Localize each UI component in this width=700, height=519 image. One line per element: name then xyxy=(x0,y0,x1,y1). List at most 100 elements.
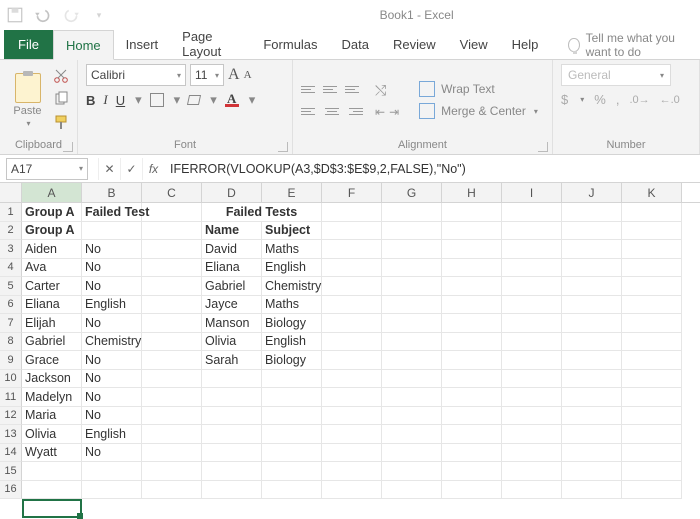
cell[interactable]: No xyxy=(82,314,142,333)
cell[interactable] xyxy=(442,462,502,481)
cell[interactable]: Maths xyxy=(262,296,322,315)
cell[interactable] xyxy=(502,240,562,259)
cell[interactable] xyxy=(562,444,622,463)
cell[interactable] xyxy=(562,203,622,222)
cell[interactable] xyxy=(382,296,442,315)
increase-font-icon[interactable]: A xyxy=(228,66,240,84)
cell[interactable] xyxy=(622,444,682,463)
font-color-icon[interactable]: A xyxy=(225,94,239,107)
cell[interactable] xyxy=(262,425,322,444)
row-header[interactable]: 4 xyxy=(0,259,22,278)
cell[interactable] xyxy=(382,370,442,389)
cell[interactable] xyxy=(322,481,382,500)
cell[interactable] xyxy=(622,462,682,481)
cell[interactable] xyxy=(562,481,622,500)
cell[interactable]: No xyxy=(82,407,142,426)
cell[interactable] xyxy=(382,277,442,296)
cell[interactable] xyxy=(82,462,142,481)
row-header[interactable]: 13 xyxy=(0,425,22,444)
wrap-text-button[interactable]: Wrap Text xyxy=(419,81,538,97)
cancel-formula-icon[interactable]: ✕ xyxy=(98,158,120,180)
cell[interactable] xyxy=(142,314,202,333)
cell[interactable] xyxy=(382,444,442,463)
font-name-combo[interactable]: Calibri▾ xyxy=(86,64,186,86)
cell[interactable] xyxy=(382,462,442,481)
cell[interactable]: Name xyxy=(202,222,262,241)
cell[interactable] xyxy=(502,370,562,389)
align-middle-icon[interactable] xyxy=(323,80,341,98)
cell[interactable] xyxy=(502,277,562,296)
row-header[interactable]: 11 xyxy=(0,388,22,407)
cell[interactable] xyxy=(322,407,382,426)
cell[interactable] xyxy=(382,314,442,333)
cell[interactable] xyxy=(322,462,382,481)
cell[interactable] xyxy=(322,277,382,296)
cell[interactable] xyxy=(382,388,442,407)
tell-me-search[interactable]: Tell me what you want to do xyxy=(568,31,700,59)
paste-button[interactable]: Paste ▾ xyxy=(8,73,47,128)
font-size-combo[interactable]: 11▾ xyxy=(190,64,224,86)
cell[interactable] xyxy=(382,259,442,278)
cell[interactable]: Madelyn xyxy=(22,388,82,407)
cell[interactable]: Sarah xyxy=(202,351,262,370)
cut-icon[interactable] xyxy=(53,68,69,87)
cell[interactable] xyxy=(442,370,502,389)
cell[interactable] xyxy=(82,481,142,500)
cell[interactable] xyxy=(562,333,622,352)
cell[interactable] xyxy=(442,240,502,259)
cell[interactable] xyxy=(562,222,622,241)
comma-button[interactable]: , xyxy=(616,92,620,107)
col-header-I[interactable]: I xyxy=(502,183,562,202)
col-header-H[interactable]: H xyxy=(442,183,502,202)
currency-button[interactable]: $ xyxy=(561,92,568,107)
percent-button[interactable]: % xyxy=(594,92,606,107)
chevron-down-icon[interactable]: ▾ xyxy=(580,95,584,104)
cell[interactable]: Eliana xyxy=(22,296,82,315)
row-header[interactable]: 9 xyxy=(0,351,22,370)
cell[interactable] xyxy=(142,351,202,370)
cell[interactable] xyxy=(622,481,682,500)
cell[interactable]: No xyxy=(82,388,142,407)
cell[interactable]: English xyxy=(82,425,142,444)
tab-page-layout[interactable]: Page Layout xyxy=(170,29,251,59)
merge-center-button[interactable]: Merge & Center▾ xyxy=(419,103,538,119)
cell[interactable] xyxy=(382,240,442,259)
cell[interactable]: English xyxy=(82,296,142,315)
cell[interactable] xyxy=(262,370,322,389)
cell[interactable]: Failed Test xyxy=(82,203,142,222)
cell[interactable] xyxy=(142,388,202,407)
cell[interactable] xyxy=(502,333,562,352)
bold-button[interactable]: B xyxy=(86,93,95,108)
cell[interactable] xyxy=(382,333,442,352)
tab-home[interactable]: Home xyxy=(53,30,114,60)
cell[interactable]: No xyxy=(82,351,142,370)
cell[interactable] xyxy=(382,407,442,426)
cell[interactable] xyxy=(262,388,322,407)
cell[interactable] xyxy=(562,240,622,259)
row-header[interactable]: 10 xyxy=(0,370,22,389)
chevron-down-icon[interactable]: ▾ xyxy=(210,92,217,108)
cell[interactable]: English xyxy=(262,259,322,278)
cell[interactable]: Failed Tests xyxy=(202,203,322,222)
cell[interactable]: No xyxy=(82,370,142,389)
worksheet-grid[interactable]: ABCDEFGHIJK 1Group AFailed TestFailed Te… xyxy=(0,183,700,499)
cell[interactable] xyxy=(142,222,202,241)
qat-customize-icon[interactable]: ▾ xyxy=(90,6,108,24)
cell[interactable] xyxy=(502,388,562,407)
cell[interactable] xyxy=(562,259,622,278)
cell[interactable] xyxy=(202,444,262,463)
cell[interactable]: Chemistry xyxy=(82,333,142,352)
row-header[interactable]: 7 xyxy=(0,314,22,333)
cell[interactable] xyxy=(142,203,202,222)
italic-button[interactable]: I xyxy=(103,92,107,108)
select-all-corner[interactable] xyxy=(0,183,22,202)
cell[interactable]: Grace xyxy=(22,351,82,370)
cell[interactable] xyxy=(562,314,622,333)
cell[interactable] xyxy=(322,425,382,444)
dialog-launcher-icon[interactable] xyxy=(63,142,73,152)
align-left-icon[interactable] xyxy=(301,102,319,120)
align-bottom-icon[interactable] xyxy=(345,80,363,98)
cell[interactable] xyxy=(322,240,382,259)
cell[interactable]: Maths xyxy=(262,240,322,259)
align-right-icon[interactable] xyxy=(345,102,363,120)
